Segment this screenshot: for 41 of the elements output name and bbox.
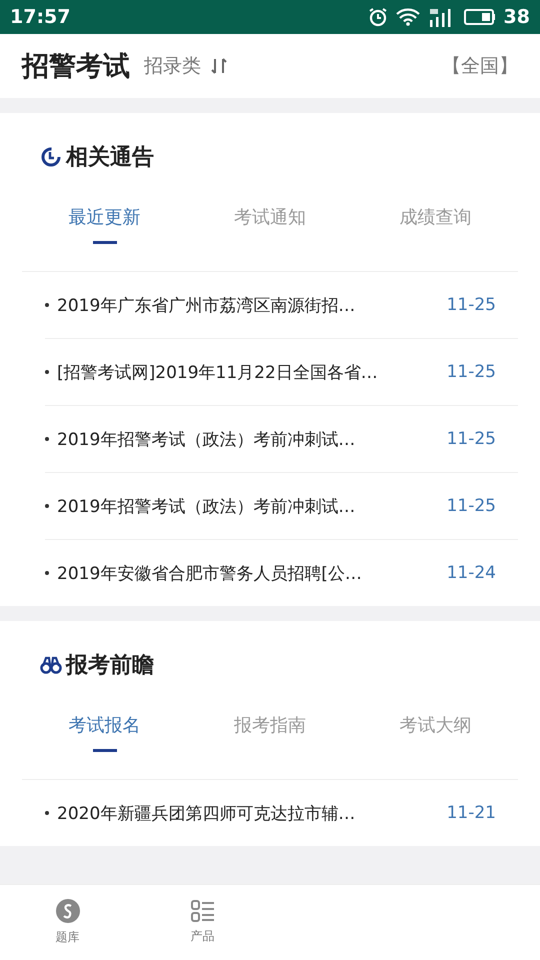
- section-tab[interactable]: 考试报名: [22, 707, 188, 779]
- section-tab[interactable]: 报考指南: [187, 707, 353, 779]
- bullet-icon: [45, 370, 49, 374]
- notice-date: 11-21: [446, 803, 496, 823]
- clock-icon: [40, 146, 62, 168]
- sort-icon[interactable]: [211, 57, 227, 75]
- wifi-icon: [396, 8, 420, 26]
- section-tab[interactable]: 考试通知: [187, 199, 353, 271]
- battery-icon: [464, 9, 496, 25]
- notice-title[interactable]: [招警考试网]2019年11月22日全国各省…: [57, 360, 447, 384]
- bullet-icon: [45, 437, 49, 441]
- notice-date: 11-24: [446, 563, 496, 583]
- nav-item[interactable]: 题库: [0, 885, 135, 960]
- notice-title[interactable]: 2019年招警考试（政法）考前冲刺试…: [57, 428, 447, 450]
- section-title: 相关通告: [66, 144, 154, 172]
- alarm-icon: [368, 7, 388, 27]
- binoculars-icon: [40, 655, 62, 675]
- notice-date: 11-25: [446, 362, 496, 382]
- notice-title[interactable]: 2020年新疆兵团第四师可克达拉市辅…: [57, 802, 447, 824]
- page-title: 招警考试: [22, 50, 130, 84]
- section-title: 报考前瞻: [66, 652, 154, 680]
- coin-icon: [56, 899, 80, 923]
- notice-date: 11-25: [446, 429, 496, 449]
- section-tab[interactable]: 成绩查询: [352, 199, 518, 271]
- status-time: 17:57: [10, 6, 70, 28]
- bullet-icon: [45, 571, 49, 575]
- section-tab[interactable]: 考试大纲: [352, 707, 518, 779]
- bullet-icon: [45, 504, 49, 508]
- notice-date: 11-25: [446, 496, 496, 516]
- bullet-icon: [45, 811, 49, 815]
- notice-title[interactable]: 2019年广东省广州市荔湾区南源街招…: [57, 294, 447, 316]
- bullet-icon: [45, 303, 49, 307]
- region-selector[interactable]: 【全国】: [442, 53, 518, 79]
- list-icon: [190, 900, 214, 922]
- notice-title[interactable]: 2019年招警考试（政法）考前冲刺试…: [57, 494, 447, 518]
- section-tab[interactable]: 最近更新: [22, 199, 188, 271]
- battery-level: 38: [504, 6, 530, 28]
- nav-item[interactable]: 产品: [135, 885, 270, 960]
- notice-title[interactable]: 2019年安徽省合肥市警务人员招聘[公…: [57, 562, 447, 584]
- notice-date: 11-25: [446, 295, 496, 315]
- category-selector[interactable]: 招录类: [144, 53, 201, 79]
